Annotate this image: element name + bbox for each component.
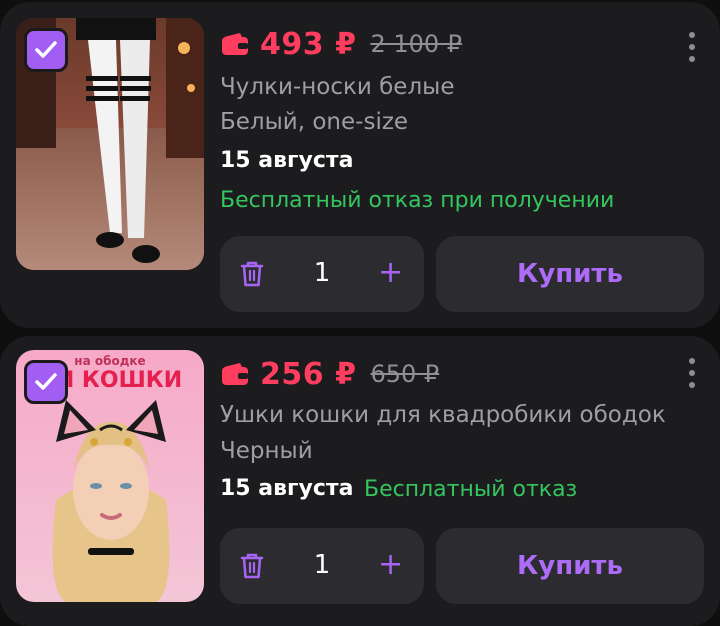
free-refusal-label: Бесплатный отказ при получении	[220, 188, 615, 213]
product-variant: Черный	[220, 438, 313, 464]
more-options-icon[interactable]	[688, 32, 696, 62]
trash-icon[interactable]	[240, 552, 264, 580]
delivery-date: 15 августа	[220, 476, 354, 501]
quantity-value: 1	[313, 550, 331, 580]
buy-button[interactable]: Купить	[436, 528, 704, 604]
more-options-icon[interactable]	[688, 358, 696, 388]
old-price: 2 100 ₽	[370, 30, 463, 58]
quantity-stepper: 1 +	[220, 236, 424, 312]
wallet-icon	[222, 33, 248, 55]
price-row: 256 ₽ 650 ₽	[220, 354, 439, 394]
current-price: 256 ₽	[260, 356, 357, 392]
delivery-date: 15 августа	[220, 148, 354, 173]
buy-button[interactable]: Купить	[436, 236, 704, 312]
check-icon	[35, 373, 57, 390]
select-checkbox[interactable]	[24, 28, 68, 72]
current-price: 493 ₽	[260, 26, 357, 62]
cart-item-card: на ободке КИ КОШКИ 256 ₽ 650 ₽ Ушки кошк…	[0, 336, 720, 626]
product-title[interactable]: Ушки кошки для квадробики ободок	[220, 402, 666, 428]
product-title[interactable]: Чулки-носки белые	[220, 74, 454, 100]
check-icon	[35, 41, 57, 58]
old-price: 650 ₽	[370, 360, 440, 388]
plus-icon[interactable]: +	[378, 550, 403, 580]
cart-item-card: 493 ₽ 2 100 ₽ Чулки-носки белые Белый, o…	[0, 2, 720, 328]
wallet-icon	[222, 363, 248, 385]
free-refusal-label: Бесплатный отказ	[364, 477, 578, 502]
product-variant: Белый, one-size	[220, 109, 409, 135]
select-checkbox[interactable]	[24, 360, 68, 404]
product-image-cat-ears[interactable]: на ободке КИ КОШКИ	[16, 350, 204, 602]
quantity-stepper: 1 +	[220, 528, 424, 604]
plus-icon[interactable]: +	[378, 258, 403, 288]
product-image-stockings[interactable]	[16, 18, 204, 270]
quantity-value: 1	[313, 258, 331, 288]
price-row: 493 ₽ 2 100 ₽	[220, 24, 462, 64]
trash-icon[interactable]	[240, 260, 264, 288]
